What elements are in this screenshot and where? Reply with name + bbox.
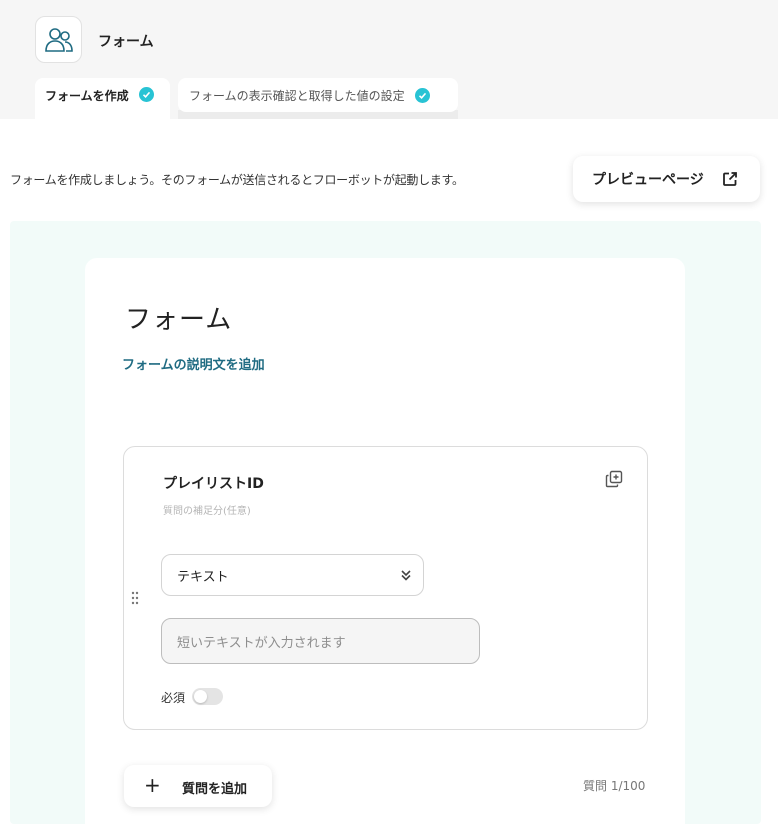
form-title[interactable]: フォーム — [125, 299, 232, 336]
intro-text: フォームを作成しましょう。そのフォームが送信されるとフローボットが起動します。 — [10, 173, 464, 187]
question-count: 質問 1/100 — [583, 779, 646, 793]
question-subtitle[interactable]: 質問の補足分(任意) — [163, 502, 251, 517]
check-icon — [414, 87, 430, 103]
add-description-link[interactable]: フォームの説明文を追加 — [122, 354, 265, 373]
users-icon — [44, 27, 73, 52]
add-question-label: 質問を追加 — [182, 782, 248, 797]
question-type-select[interactable]: テキスト — [161, 554, 424, 596]
question-type-value: テキスト — [177, 569, 229, 585]
required-toggle[interactable] — [192, 688, 223, 705]
drag-handle-icon[interactable] — [131, 591, 139, 605]
app-title: フォーム — [98, 34, 154, 50]
tab-preview-settings[interactable]: フォームの表示確認と取得した値の設定 — [178, 78, 458, 112]
toggle-knob — [194, 690, 207, 703]
app-icon — [35, 16, 82, 63]
preview-button-label: プレビューページ — [592, 172, 704, 188]
chevron-double-down-icon — [401, 570, 411, 581]
check-icon — [138, 87, 154, 102]
add-question-button[interactable]: + 質問を追加 — [124, 765, 272, 807]
tab-label: フォームを作成 — [45, 89, 129, 103]
external-link-icon — [723, 172, 737, 186]
duplicate-icon[interactable] — [605, 470, 623, 488]
tab-create-form[interactable]: フォームを作成 — [35, 78, 170, 119]
question-title[interactable]: プレイリストID — [163, 473, 264, 493]
plus-icon: + — [144, 773, 161, 797]
preview-page-button[interactable]: プレビューページ — [573, 156, 760, 202]
required-label: 必須 — [161, 691, 186, 705]
answer-preview-field: 短いテキストが入力されます — [161, 618, 480, 664]
tab-label: フォームの表示確認と取得した値の設定 — [189, 88, 405, 103]
